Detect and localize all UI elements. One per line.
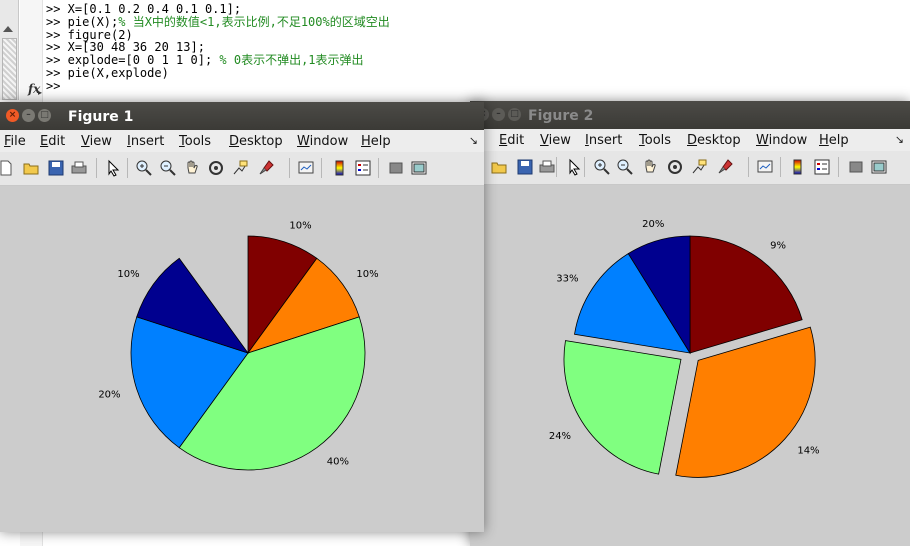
pan-hand-icon[interactable] (641, 158, 659, 176)
command-line: >> (46, 78, 390, 93)
link-plot-icon[interactable] (756, 158, 774, 176)
hide-plot-tools-icon[interactable] (387, 159, 405, 177)
minimize-icon[interactable]: – (22, 109, 35, 122)
hide-plot-tools-icon[interactable] (847, 158, 865, 176)
data-cursor-icon[interactable] (690, 158, 708, 176)
menu-tools[interactable]: Tools (179, 134, 211, 149)
figure-1-window[interactable]: × – □ Figure 1 ↘ File Edit View Insert Tools… (0, 102, 484, 532)
rotate-3d-icon[interactable] (666, 158, 684, 176)
pie-slice-label: 10% (289, 221, 311, 232)
toolbar-separator (289, 158, 290, 178)
toolbar-separator (321, 158, 322, 178)
print-icon[interactable] (538, 158, 556, 176)
menu-desktop[interactable]: Desktop (229, 134, 283, 149)
pie-chart-2[interactable]: 9% 14% 24% 33% 20% (470, 185, 910, 546)
toolbar-separator (96, 158, 97, 178)
window-title: Figure 2 (528, 108, 594, 124)
pie-slice-label: 14% (797, 445, 819, 456)
toolbar-separator (556, 157, 557, 177)
save-icon[interactable] (516, 158, 534, 176)
brush-icon[interactable] (716, 158, 734, 176)
menu-insert[interactable]: Insert (585, 133, 622, 148)
menu-view[interactable]: View (81, 134, 112, 149)
toolbar-separator (378, 158, 379, 178)
pie-slice-label: 20% (98, 389, 120, 400)
figure-2-titlebar[interactable]: × – □ Figure 2 (470, 101, 910, 129)
figure-2-window[interactable]: × – □ Figure 2 ↘ Edit View Insert Tools Desk… (467, 101, 910, 546)
menu-help[interactable]: Help (361, 134, 391, 149)
figure-2-axes[interactable]: 9% 14% 24% 33% 20% (470, 185, 910, 546)
menu-insert[interactable]: Insert (127, 134, 164, 149)
menu-help[interactable]: Help (819, 133, 849, 148)
rotate-3d-icon[interactable] (207, 159, 225, 177)
command-scrollbar[interactable] (0, 0, 19, 100)
link-plot-icon[interactable] (297, 159, 315, 177)
command-code: >> pie(X,explode) (46, 65, 169, 80)
zoom-in-icon[interactable] (593, 158, 611, 176)
maximize-icon[interactable]: □ (508, 108, 521, 121)
menu-tools[interactable]: Tools (639, 133, 671, 148)
toolbar-separator (748, 157, 749, 177)
command-history[interactable]: >> X=[0.1 0.2 0.4 0.1 0.1]; >> pie(X);% 当… (46, 3, 390, 93)
show-plot-tools-icon[interactable] (410, 159, 428, 177)
figure-2-toolbar (467, 151, 910, 185)
fx-dropdown-icon[interactable]: ▸ (38, 88, 42, 97)
pie-slice-label: 9% (770, 241, 786, 252)
zoom-out-icon[interactable] (616, 158, 634, 176)
window-title: Figure 1 (68, 109, 134, 125)
menu-window[interactable]: Window (756, 133, 807, 148)
dock-arrow-icon[interactable]: ↘ (469, 134, 478, 147)
command-code: >> (46, 78, 61, 93)
toolbar-separator (127, 158, 128, 178)
colorbar-icon[interactable] (331, 159, 349, 177)
select-arrow-icon[interactable] (565, 158, 583, 176)
brush-icon[interactable] (257, 159, 275, 177)
command-line: >> pie(X,explode) (46, 67, 390, 80)
open-file-icon[interactable] (22, 159, 40, 177)
command-comment: % 当X中的数值<1,表示比例,不足100%的区域空出 (118, 14, 390, 29)
toolbar-separator (780, 157, 781, 177)
pie-chart-1[interactable]: 10% 10% 40% 20% 10% (0, 186, 484, 532)
menu-view[interactable]: View (540, 133, 571, 148)
scroll-up-icon[interactable] (3, 26, 13, 32)
toolbar-separator (584, 157, 585, 177)
new-figure-icon[interactable] (0, 159, 15, 177)
toolbar-separator (838, 157, 839, 177)
figure-2-menubar: ↘ Edit View Insert Tools Desktop Window Help (470, 129, 910, 151)
menu-desktop[interactable]: Desktop (687, 133, 741, 148)
colorbar-icon[interactable] (789, 158, 807, 176)
dock-arrow-icon[interactable]: ↘ (895, 133, 904, 146)
data-cursor-icon[interactable] (231, 159, 249, 177)
close-icon[interactable]: × (6, 109, 19, 122)
menu-file[interactable]: File (4, 134, 26, 149)
print-icon[interactable] (70, 159, 88, 177)
pie-slice-label: 20% (642, 219, 664, 230)
figure-1-toolbar (0, 152, 484, 186)
scroll-thumb[interactable] (2, 38, 17, 100)
figure-1-axes[interactable]: 10% 10% 40% 20% 10% (0, 186, 484, 532)
figure-1-menubar: ↘ File Edit View Insert Tools Desktop Window He… (0, 130, 484, 152)
select-arrow-icon[interactable] (104, 159, 122, 177)
pie-slice-label: 10% (356, 269, 378, 280)
zoom-in-icon[interactable] (135, 159, 153, 177)
menu-window[interactable]: Window (297, 134, 348, 149)
open-file-icon[interactable] (490, 158, 508, 176)
legend-icon[interactable] (813, 158, 831, 176)
command-comment: % 0表示不弹出,1表示弹出 (212, 53, 364, 68)
pie-slice-label: 10% (117, 269, 139, 280)
pie-slice[interactable] (563, 340, 682, 475)
zoom-out-icon[interactable] (159, 159, 177, 177)
minimize-icon[interactable]: – (492, 108, 505, 121)
pie-slice-label: 40% (327, 456, 349, 467)
show-plot-tools-icon[interactable] (870, 158, 888, 176)
save-icon[interactable] (47, 159, 65, 177)
menu-edit[interactable]: Edit (499, 133, 524, 148)
legend-icon[interactable] (354, 159, 372, 177)
menu-edit[interactable]: Edit (40, 134, 65, 149)
pie-slice-label: 33% (556, 274, 578, 285)
pan-hand-icon[interactable] (183, 159, 201, 177)
maximize-icon[interactable]: □ (38, 109, 51, 122)
figure-1-titlebar[interactable]: × – □ Figure 1 (0, 102, 484, 130)
pie-slice-label: 24% (549, 431, 571, 442)
